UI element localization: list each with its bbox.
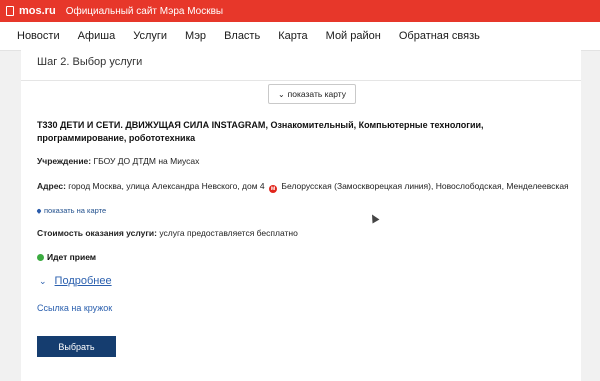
- nav-item-mayor[interactable]: Мэр: [185, 30, 206, 42]
- nav-item-government[interactable]: Власть: [224, 30, 260, 42]
- metro-icon: м: [269, 185, 278, 193]
- show-map-label: показать карту: [287, 89, 347, 99]
- select-button[interactable]: Выбрать: [37, 336, 116, 357]
- divider: [21, 80, 581, 81]
- site-title: Официальный сайт Мэра Москвы: [65, 5, 224, 17]
- top-bar: mos.ru Официальный сайт Мэра Москвы: [0, 0, 600, 22]
- institution-value: ГБОУ ДО ДТДМ на Миусах: [93, 156, 200, 166]
- nav-item-services[interactable]: Услуги: [133, 30, 167, 42]
- status-text: Идет прием: [47, 252, 97, 262]
- more-label: Подробнее: [54, 275, 112, 287]
- address-row: Адрес: город Москва, улица Александра Не…: [37, 181, 569, 193]
- chevron-down-icon: ⌄: [277, 89, 285, 99]
- cost-label: Стоимость оказания услуги:: [37, 228, 157, 238]
- course-title: Т330 ДЕТИ И СЕТИ. ДВИЖУЩАЯ СИЛА INSTAGRA…: [37, 119, 567, 145]
- address-label: Адрес:: [37, 181, 66, 191]
- institution-label: Учреждение:: [37, 156, 92, 166]
- brand-name[interactable]: mos.ru: [19, 5, 56, 17]
- show-on-map-label: показать на карте: [44, 206, 107, 215]
- step-title: Шаг 2. Выбор услуги: [37, 56, 143, 68]
- nav-item-feedback[interactable]: Обратная связь: [399, 30, 480, 42]
- institution-row: Учреждение: ГБОУ ДО ДТДМ на Миусах: [37, 156, 199, 166]
- nav-item-news[interactable]: Новости: [17, 30, 60, 42]
- mos-logo-icon[interactable]: [6, 6, 14, 16]
- cost-value: услуга предоставляется бесплатно: [159, 228, 298, 238]
- chevron-down-icon: ⌄: [39, 275, 47, 286]
- cost-row: Стоимость оказания услуги: услуга предос…: [37, 228, 298, 238]
- nav-item-my-district[interactable]: Мой район: [326, 30, 381, 42]
- map-pin-icon: [36, 207, 42, 214]
- status-dot-icon: [37, 253, 44, 261]
- status-badge: Идет прием: [37, 252, 96, 262]
- service-card: Шаг 2. Выбор услуги ⌄ показать карту Т33…: [21, 50, 581, 381]
- club-link[interactable]: Ссылка на кружок: [37, 303, 112, 313]
- show-map-button[interactable]: ⌄ показать карту: [268, 84, 356, 104]
- course-name: Т330 ДЕТИ И СЕТИ. ДВИЖУЩАЯ СИЛА INSTAGRA…: [37, 120, 266, 130]
- address-metro: Белорусская (Замоскворецкая линия), Ново…: [281, 181, 569, 191]
- address-value: город Москва, улица Александра Невского,…: [68, 181, 265, 191]
- nav-item-afisha[interactable]: Афиша: [78, 30, 116, 42]
- nav-item-map[interactable]: Карта: [278, 30, 307, 42]
- more-toggle[interactable]: ⌄ Подробнее: [39, 275, 112, 287]
- main-nav: Новости Афиша Услуги Мэр Власть Карта Мо…: [0, 22, 600, 51]
- show-on-map-link[interactable]: показать на карте: [36, 206, 107, 215]
